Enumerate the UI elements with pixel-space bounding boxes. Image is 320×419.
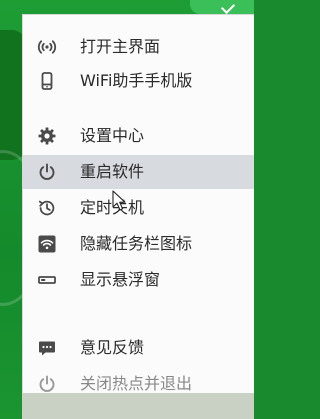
power-icon	[37, 374, 57, 394]
wifi-icon	[37, 234, 57, 254]
power-icon	[37, 162, 57, 182]
gear-icon	[37, 126, 57, 146]
menu-item-label: 重启软件	[80, 162, 145, 181]
menu-item-close-hotspot-exit[interactable]: 关闭热点并退出	[23, 367, 254, 401]
wifi-signal-icon	[37, 37, 57, 57]
menu-item-scheduled-shutdown[interactable]: 定时关机	[23, 191, 254, 225]
menu-item-wifi-mobile[interactable]: WiFi助手手机版	[23, 64, 254, 98]
history-clock-icon	[37, 198, 57, 218]
phone-icon	[37, 71, 57, 91]
floating-bar-icon	[37, 270, 57, 290]
menu-item-label: 隐藏任务栏图标	[80, 234, 193, 253]
chat-bubble-icon	[37, 338, 57, 358]
menu-item-open-main[interactable]: 打开主界面	[23, 30, 254, 64]
menu-item-label: 意见反馈	[80, 338, 145, 357]
menu-item-label: 打开主界面	[80, 37, 161, 56]
menu-item-label: 关闭热点并退出	[80, 374, 193, 393]
menu-item-hide-tray-icon[interactable]: 隐藏任务栏图标	[23, 227, 254, 261]
menu-item-label: 设置中心	[80, 126, 145, 145]
menu-item-label: 显示悬浮窗	[80, 270, 161, 289]
mouse-pointer-icon	[112, 190, 126, 212]
menu-item-label: WiFi助手手机版	[80, 71, 193, 90]
tray-context-menu: 打开主界面 WiFi助手手机版 设置中心 重启软件 定时关机 隐藏任务栏图标 显…	[22, 14, 254, 393]
menu-item-settings[interactable]: 设置中心	[23, 119, 254, 153]
menu-item-restart[interactable]: 重启软件	[23, 155, 254, 189]
menu-item-feedback[interactable]: 意见反馈	[23, 331, 254, 365]
menu-item-show-floating-window[interactable]: 显示悬浮窗	[23, 263, 254, 297]
background-check-badge	[190, 0, 254, 14]
